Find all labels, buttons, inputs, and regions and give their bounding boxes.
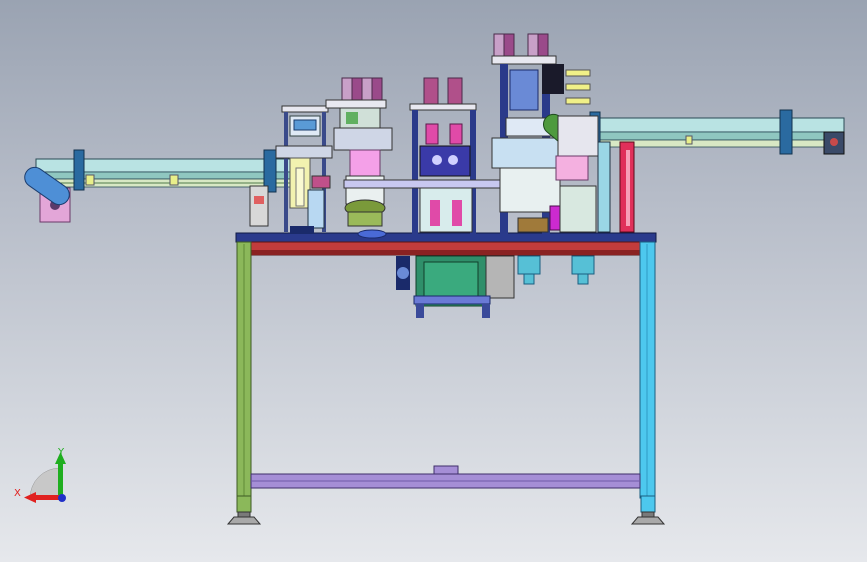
x-axis-label: X (14, 488, 21, 499)
mid-left-station (325, 77, 393, 239)
y-axis-label: Y (57, 447, 65, 458)
x-axis-arrow (34, 495, 60, 500)
assembly-machine-drawing: Y X (14, 33, 845, 525)
under-table-motor (396, 255, 595, 318)
y-axis-arrow (58, 462, 63, 496)
leveling-feet (226, 511, 666, 525)
z-axis-dot (58, 494, 66, 502)
orientation-triad[interactable]: Y X (14, 447, 66, 503)
x-axis-head (24, 492, 36, 503)
cad-viewport[interactable]: Y X (0, 0, 867, 562)
